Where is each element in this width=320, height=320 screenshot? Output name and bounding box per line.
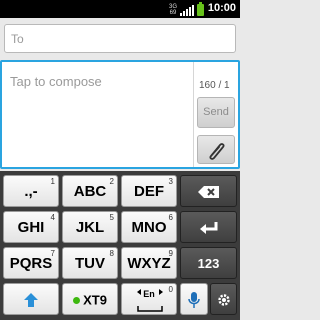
keyboard: .,- 1 ABC 2 DEF 3 GHI 4 JKL 5 MNO 6 PQRS… <box>0 171 240 320</box>
xt9-label: XT9 <box>83 292 107 308</box>
key-label: WXYZ <box>127 255 171 272</box>
settings-key[interactable] <box>210 283 237 315</box>
space-icon <box>137 306 163 312</box>
key-4[interactable]: GHI 4 <box>3 211 59 243</box>
key-label: DEF <box>134 183 164 200</box>
key-number: 7 <box>50 249 55 258</box>
backspace-key[interactable] <box>180 175 237 207</box>
key-label: PQRS <box>9 255 53 272</box>
backspace-icon <box>197 186 219 199</box>
key-6[interactable]: MNO 6 <box>121 211 177 243</box>
shift-key[interactable] <box>3 283 59 315</box>
key-3[interactable]: DEF 3 <box>121 175 177 207</box>
key-number: 2 <box>109 177 114 186</box>
network-indicator: 3G 69 <box>169 4 177 16</box>
attach-button[interactable] <box>197 135 235 164</box>
status-bar: 3G 69 10:00 <box>0 0 240 18</box>
enter-key[interactable] <box>180 211 237 243</box>
key-label: MNO <box>131 219 167 236</box>
shift-arrow-icon <box>24 293 38 308</box>
key-label: .,- <box>24 183 38 200</box>
key-5[interactable]: JKL 5 <box>62 211 118 243</box>
key-7[interactable]: PQRS 7 <box>3 247 59 279</box>
key-label: TUV <box>75 255 105 272</box>
xt9-status-icon <box>73 296 81 304</box>
voice-input-key[interactable] <box>180 283 208 315</box>
compose-area[interactable]: Tap to compose 160 / 1 Send <box>0 60 240 169</box>
signal-icon <box>180 4 194 16</box>
key-number: 4 <box>50 213 55 222</box>
space-language-key[interactable]: En 0 <box>121 283 177 315</box>
enter-icon <box>199 222 217 235</box>
key-label: JKL <box>75 219 105 236</box>
key-2[interactable]: ABC 2 <box>62 175 118 207</box>
key-number: 0 <box>168 285 173 294</box>
battery-icon <box>197 2 204 16</box>
key-number: 6 <box>168 213 173 222</box>
microphone-icon <box>188 292 200 309</box>
key-number: 5 <box>109 213 114 222</box>
key-1[interactable]: .,- 1 <box>3 175 59 207</box>
key-label: GHI <box>17 219 45 236</box>
gear-icon <box>217 294 230 306</box>
xt9-key[interactable]: XT9 <box>62 283 118 315</box>
mode-123-key[interactable]: 123 <box>180 247 237 279</box>
key-9[interactable]: WXYZ 9 <box>121 247 177 279</box>
paperclip-icon <box>209 143 225 160</box>
status-icons: 3G 69 <box>169 2 204 16</box>
char-counter: 160 / 1 <box>199 80 230 91</box>
key-8[interactable]: TUV 8 <box>62 247 118 279</box>
clock: 10:00 <box>207 2 236 14</box>
key-number: 3 <box>168 177 173 186</box>
network-sub: 69 <box>169 10 177 16</box>
send-button[interactable]: Send <box>197 97 235 128</box>
key-number: 1 <box>50 177 55 186</box>
key-number: 9 <box>168 249 173 258</box>
key-label: ABC <box>73 183 107 200</box>
compose-placeholder: Tap to compose <box>10 74 102 89</box>
to-field[interactable]: To <box>4 24 236 53</box>
language-arrows-icon <box>137 289 163 295</box>
divider <box>193 62 194 167</box>
key-number: 8 <box>109 249 114 258</box>
